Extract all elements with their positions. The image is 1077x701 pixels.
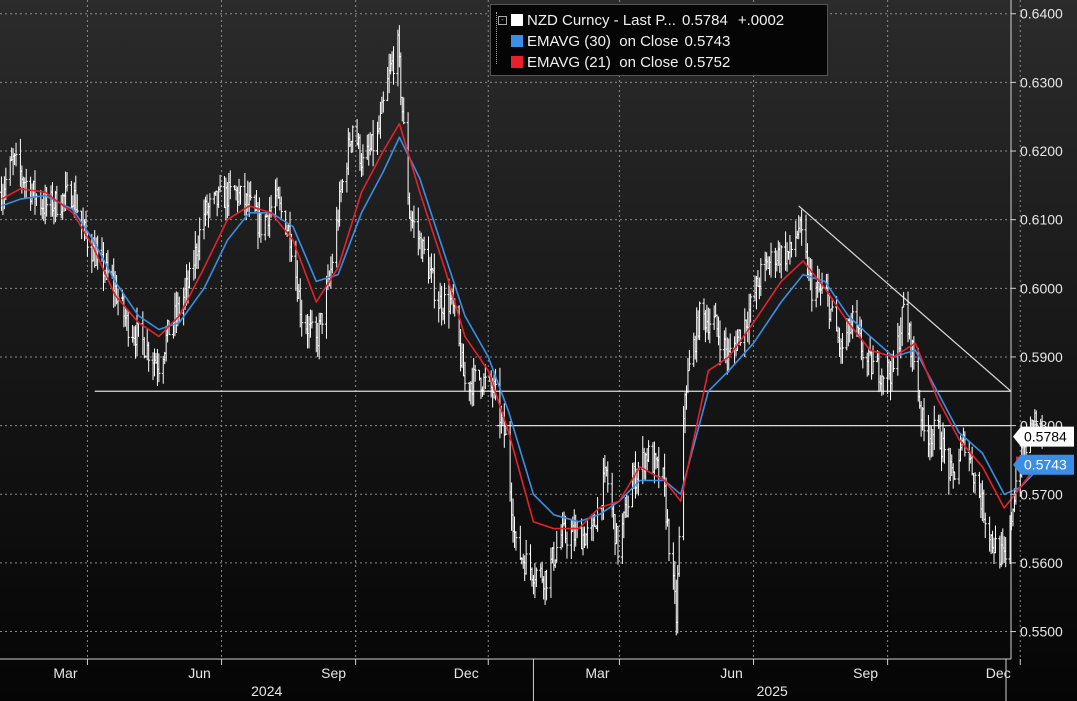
y-tick-label: 0.5500: [1020, 624, 1063, 640]
annotation-lines: [94, 205, 1012, 427]
ema-series: [1, 122, 1043, 530]
y-tick-label: 0.6000: [1020, 280, 1063, 296]
y-tick-label: 0.5700: [1020, 486, 1063, 502]
x-axis-labels: Mar Jun Sep Dec Mar Jun Sep Dec 2024 2025: [53, 659, 1021, 701]
y-tick-label: 0.6400: [1020, 6, 1063, 22]
ema30-last-label: 0.5743: [1013, 454, 1074, 475]
last-label-text: 0.5743: [1024, 457, 1067, 473]
x-tick-label: Sep: [853, 665, 878, 681]
year-label: 2025: [757, 683, 788, 699]
price-chart: 0.55000.56000.57000.58000.59000.60000.61…: [0, 0, 1074, 701]
x-tick-label: Sep: [321, 665, 346, 681]
legend-tree-connector: -: [496, 12, 507, 64]
legend-value-price: 0.5784: [681, 12, 728, 29]
x-tick-label: Jun: [720, 665, 743, 681]
y-tick-label: 0.6200: [1020, 143, 1063, 159]
x-tick-label: Dec: [986, 665, 1011, 681]
legend-item-ema30[interactable]: EMAVG (30) on Close 0.5743: [511, 32, 730, 52]
legend-value-ema21: 0.5752: [684, 54, 731, 71]
y-tick-label: 0.5900: [1020, 349, 1063, 365]
year-label: 2024: [251, 683, 282, 699]
legend-item-price[interactable]: NZD Curncy - Last P... 0.5784 +.0002: [511, 11, 784, 31]
y-tick-label: 0.6100: [1020, 212, 1063, 228]
ema21-line: [1, 122, 1043, 530]
y-axis-labels: 0.55000.56000.57000.58000.59000.60000.61…: [1020, 6, 1063, 640]
legend-label-ema21: EMAVG (21) on Close: [527, 54, 679, 71]
legend-swatch-price: [511, 14, 523, 26]
last-price-label: 0.5784: [1013, 426, 1074, 447]
x-tick-label: Jun: [188, 665, 211, 681]
grid-lines: [0, 0, 1021, 659]
legend-swatch-ema30: [511, 35, 523, 47]
legend-swatch-ema21: [511, 56, 523, 68]
y-tick-label: 0.5600: [1020, 555, 1063, 571]
collapse-icon[interactable]: -: [498, 16, 507, 25]
legend-label-price: NZD Curncy - Last P...: [527, 12, 676, 29]
price-series: [0, 25, 1044, 636]
x-tick-label: Dec: [454, 665, 479, 681]
legend-label-ema30: EMAVG (30) on Close: [527, 33, 679, 50]
legend-value-ema30: 0.5743: [684, 33, 731, 50]
y-tick-label: 0.6300: [1020, 74, 1063, 90]
legend: - NZD Curncy - Last P... 0.5784 +.0002 EMA…: [490, 4, 828, 76]
ema30-line: [1, 136, 1043, 523]
x-tick-label: Mar: [53, 665, 77, 681]
legend-item-ema21[interactable]: EMAVG (21) on Close 0.5752: [511, 53, 730, 73]
trendline: [798, 205, 1012, 392]
last-label-text: 0.5784: [1024, 429, 1067, 445]
x-tick-label: Mar: [585, 665, 609, 681]
legend-change-price: +.0002: [737, 12, 785, 29]
